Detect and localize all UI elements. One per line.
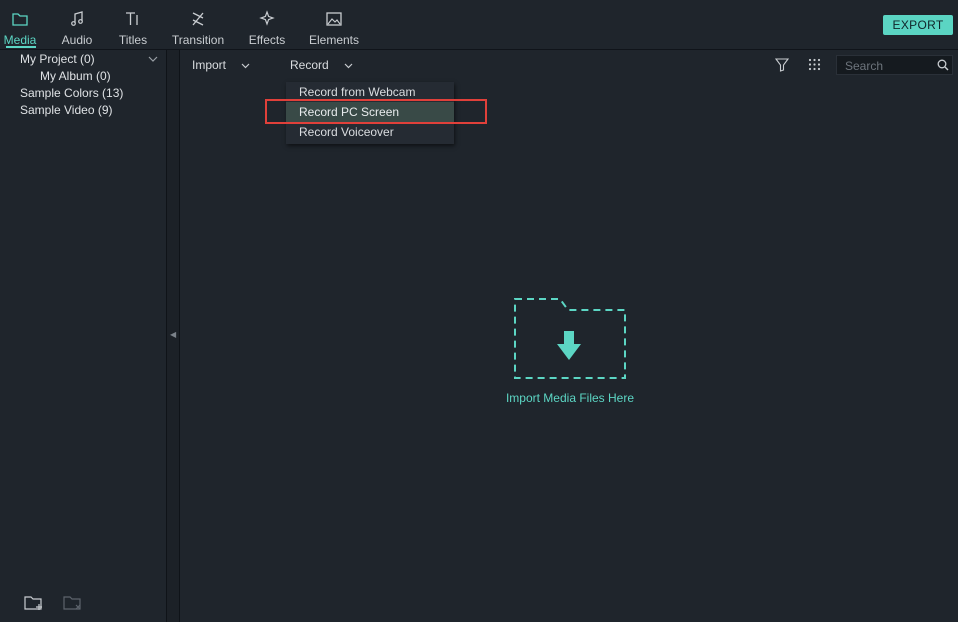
active-tab-indicator — [6, 46, 36, 48]
new-folder-icon[interactable] — [24, 595, 44, 611]
media-library-panel: My Project (0) My Album (0) Sample Color… — [0, 50, 167, 622]
folder-icon — [12, 13, 28, 26]
tab-effects[interactable]: Effects — [239, 6, 295, 48]
import-media-folder-icon[interactable] — [510, 296, 630, 382]
import-media-label[interactable]: Import Media Files Here — [470, 391, 670, 405]
tab-transition-label: Transition — [171, 33, 225, 47]
tree-item-sample-video[interactable]: Sample Video (9) — [20, 103, 113, 117]
tree-item-my-project[interactable]: My Project (0) — [20, 52, 95, 66]
tab-audio-label: Audio — [61, 33, 93, 47]
chevron-down-icon — [241, 63, 250, 69]
top-toolbar: Media Audio Titles Transition Effects El… — [0, 0, 958, 50]
tab-media-label: Media — [3, 33, 37, 47]
tab-transition[interactable]: Transition — [170, 6, 226, 48]
import-label: Import — [192, 58, 227, 72]
filter-icon[interactable] — [775, 58, 789, 72]
annotation-highlight-box — [265, 99, 487, 124]
music-note-icon — [71, 11, 83, 26]
collapse-panel-icon[interactable]: ◀ — [170, 330, 176, 339]
text-tool-icon — [126, 12, 138, 25]
image-icon — [326, 12, 342, 26]
menu-item-record-voiceover[interactable]: Record Voiceover — [286, 122, 454, 142]
delete-folder-icon[interactable] — [63, 595, 83, 611]
chevron-down-icon — [344, 63, 353, 69]
search-input[interactable] — [843, 57, 935, 75]
export-button[interactable]: EXPORT — [883, 15, 953, 35]
tab-elements-label: Elements — [308, 33, 360, 47]
record-label: Record — [290, 58, 329, 72]
tab-titles-label: Titles — [118, 33, 148, 47]
grid-view-icon[interactable] — [808, 58, 821, 71]
tab-elements[interactable]: Elements — [306, 6, 362, 48]
chevron-down-icon[interactable] — [148, 56, 158, 62]
search-icon[interactable] — [937, 59, 949, 71]
transition-icon — [192, 12, 204, 26]
search-box — [836, 55, 953, 75]
tab-titles[interactable]: Titles — [105, 6, 161, 48]
tree-item-sample-colors[interactable]: Sample Colors (13) — [20, 86, 123, 100]
import-button[interactable]: Import — [192, 58, 250, 72]
tab-media[interactable]: Media — [0, 6, 48, 48]
tree-item-my-album[interactable]: My Album (0) — [40, 69, 111, 83]
tab-effects-label: Effects — [248, 33, 286, 47]
record-button[interactable]: Record — [290, 58, 353, 72]
effects-sparkle-icon — [259, 10, 275, 26]
tab-audio[interactable]: Audio — [49, 6, 105, 48]
